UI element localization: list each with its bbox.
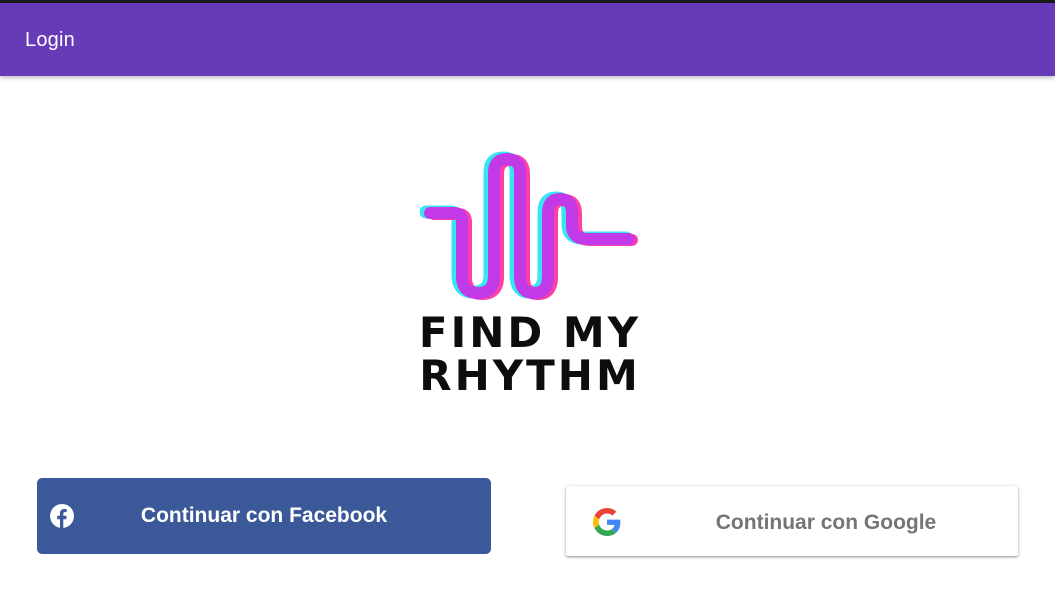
find-my-rhythm-logo: FIND MY RHYTHM — [420, 150, 640, 400]
logo-line-1: FIND MY — [420, 308, 640, 357]
page-title: Login — [25, 29, 75, 51]
logo-graphic: FIND MY RHYTHM — [420, 151, 640, 400]
logo-line-2: RHYTHM — [420, 351, 640, 400]
facebook-button-label: Continuar con Facebook — [140, 504, 388, 527]
app-bar: Login — [0, 3, 1055, 76]
continue-with-facebook-button[interactable]: Continuar con Facebook — [37, 478, 491, 554]
google-button-label: Continuar con Google — [715, 511, 937, 534]
continue-with-google-button[interactable]: Continuar con Google — [566, 486, 1018, 556]
google-icon — [593, 508, 621, 536]
